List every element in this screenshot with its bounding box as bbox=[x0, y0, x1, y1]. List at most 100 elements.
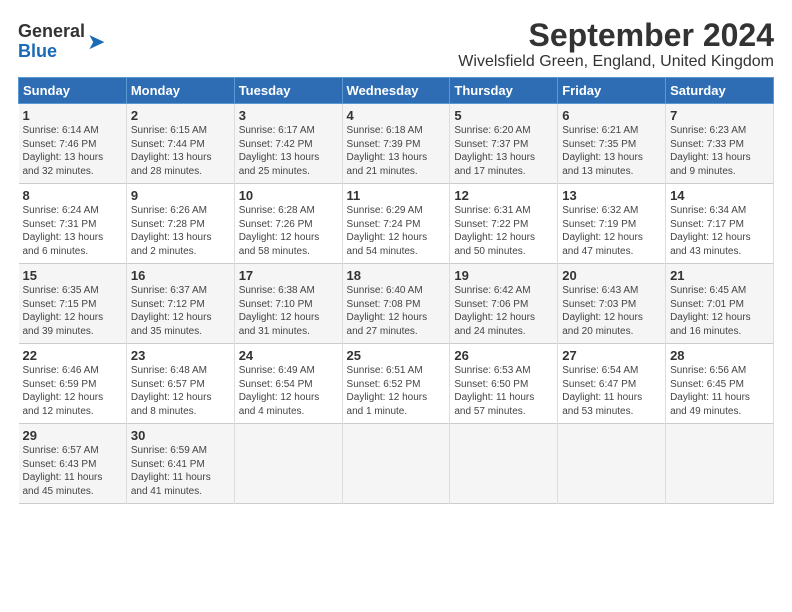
table-row: 17 Sunrise: 6:38 AMSunset: 7:10 PMDaylig… bbox=[234, 264, 342, 344]
day-number: 14 bbox=[670, 188, 769, 203]
day-number: 28 bbox=[670, 348, 769, 363]
day-number: 5 bbox=[454, 108, 553, 123]
day-info: Sunrise: 6:18 AMSunset: 7:39 PMDaylight:… bbox=[347, 125, 428, 177]
day-number: 27 bbox=[562, 348, 661, 363]
table-row bbox=[666, 424, 774, 504]
day-info: Sunrise: 6:42 AMSunset: 7:06 PMDaylight:… bbox=[454, 285, 535, 337]
calendar-week-row: 1 Sunrise: 6:14 AMSunset: 7:46 PMDayligh… bbox=[19, 104, 774, 184]
day-info: Sunrise: 6:23 AMSunset: 7:33 PMDaylight:… bbox=[670, 125, 751, 177]
day-number: 8 bbox=[23, 188, 122, 203]
day-info: Sunrise: 6:43 AMSunset: 7:03 PMDaylight:… bbox=[562, 285, 643, 337]
table-row: 16 Sunrise: 6:37 AMSunset: 7:12 PMDaylig… bbox=[126, 264, 234, 344]
day-number: 7 bbox=[670, 108, 769, 123]
col-tuesday: Tuesday bbox=[234, 78, 342, 104]
day-number: 11 bbox=[347, 188, 446, 203]
day-info: Sunrise: 6:21 AMSunset: 7:35 PMDaylight:… bbox=[562, 125, 643, 177]
table-row: 26 Sunrise: 6:53 AMSunset: 6:50 PMDaylig… bbox=[450, 344, 558, 424]
day-number: 12 bbox=[454, 188, 553, 203]
logo-blue-text: Blue bbox=[18, 41, 57, 61]
day-number: 20 bbox=[562, 268, 661, 283]
calendar-week-row: 22 Sunrise: 6:46 AMSunset: 6:59 PMDaylig… bbox=[19, 344, 774, 424]
col-monday: Monday bbox=[126, 78, 234, 104]
day-info: Sunrise: 6:24 AMSunset: 7:31 PMDaylight:… bbox=[23, 205, 104, 257]
table-row: 18 Sunrise: 6:40 AMSunset: 7:08 PMDaylig… bbox=[342, 264, 450, 344]
table-row: 23 Sunrise: 6:48 AMSunset: 6:57 PMDaylig… bbox=[126, 344, 234, 424]
table-row bbox=[558, 424, 666, 504]
day-info: Sunrise: 6:14 AMSunset: 7:46 PMDaylight:… bbox=[23, 125, 104, 177]
day-info: Sunrise: 6:37 AMSunset: 7:12 PMDaylight:… bbox=[131, 285, 212, 337]
table-row: 19 Sunrise: 6:42 AMSunset: 7:06 PMDaylig… bbox=[450, 264, 558, 344]
table-row: 12 Sunrise: 6:31 AMSunset: 7:22 PMDaylig… bbox=[450, 184, 558, 264]
day-info: Sunrise: 6:59 AMSunset: 6:41 PMDaylight:… bbox=[131, 445, 211, 497]
day-number: 30 bbox=[131, 428, 230, 443]
day-info: Sunrise: 6:45 AMSunset: 7:01 PMDaylight:… bbox=[670, 285, 751, 337]
table-row: 27 Sunrise: 6:54 AMSunset: 6:47 PMDaylig… bbox=[558, 344, 666, 424]
day-info: Sunrise: 6:26 AMSunset: 7:28 PMDaylight:… bbox=[131, 205, 212, 257]
calendar-body: 1 Sunrise: 6:14 AMSunset: 7:46 PMDayligh… bbox=[19, 104, 774, 504]
day-info: Sunrise: 6:48 AMSunset: 6:57 PMDaylight:… bbox=[131, 365, 212, 417]
header: General Blue ➤ September 2024 Wivelsfiel… bbox=[18, 18, 774, 71]
table-row: 22 Sunrise: 6:46 AMSunset: 6:59 PMDaylig… bbox=[19, 344, 127, 424]
calendar-week-row: 29 Sunrise: 6:57 AMSunset: 6:43 PMDaylig… bbox=[19, 424, 774, 504]
day-info: Sunrise: 6:32 AMSunset: 7:19 PMDaylight:… bbox=[562, 205, 643, 257]
day-number: 13 bbox=[562, 188, 661, 203]
table-row: 2 Sunrise: 6:15 AMSunset: 7:44 PMDayligh… bbox=[126, 104, 234, 184]
table-row: 29 Sunrise: 6:57 AMSunset: 6:43 PMDaylig… bbox=[19, 424, 127, 504]
day-number: 23 bbox=[131, 348, 230, 363]
table-row: 21 Sunrise: 6:45 AMSunset: 7:01 PMDaylig… bbox=[666, 264, 774, 344]
day-number: 17 bbox=[239, 268, 338, 283]
table-row: 30 Sunrise: 6:59 AMSunset: 6:41 PMDaylig… bbox=[126, 424, 234, 504]
day-number: 9 bbox=[131, 188, 230, 203]
table-row bbox=[234, 424, 342, 504]
day-number: 4 bbox=[347, 108, 446, 123]
day-number: 15 bbox=[23, 268, 122, 283]
table-row: 5 Sunrise: 6:20 AMSunset: 7:37 PMDayligh… bbox=[450, 104, 558, 184]
col-wednesday: Wednesday bbox=[342, 78, 450, 104]
calendar-week-row: 8 Sunrise: 6:24 AMSunset: 7:31 PMDayligh… bbox=[19, 184, 774, 264]
day-number: 3 bbox=[239, 108, 338, 123]
table-row: 20 Sunrise: 6:43 AMSunset: 7:03 PMDaylig… bbox=[558, 264, 666, 344]
title-block: September 2024 Wivelsfield Green, Englan… bbox=[458, 18, 774, 71]
calendar-header-row: Sunday Monday Tuesday Wednesday Thursday… bbox=[19, 78, 774, 104]
calendar-subtitle: Wivelsfield Green, England, United Kingd… bbox=[458, 53, 774, 71]
col-friday: Friday bbox=[558, 78, 666, 104]
day-number: 29 bbox=[23, 428, 122, 443]
day-info: Sunrise: 6:40 AMSunset: 7:08 PMDaylight:… bbox=[347, 285, 428, 337]
day-info: Sunrise: 6:15 AMSunset: 7:44 PMDaylight:… bbox=[131, 125, 212, 177]
day-info: Sunrise: 6:53 AMSunset: 6:50 PMDaylight:… bbox=[454, 365, 534, 417]
day-number: 2 bbox=[131, 108, 230, 123]
day-info: Sunrise: 6:17 AMSunset: 7:42 PMDaylight:… bbox=[239, 125, 320, 177]
table-row: 7 Sunrise: 6:23 AMSunset: 7:33 PMDayligh… bbox=[666, 104, 774, 184]
page-container: General Blue ➤ September 2024 Wivelsfiel… bbox=[0, 0, 792, 514]
col-saturday: Saturday bbox=[666, 78, 774, 104]
day-number: 25 bbox=[347, 348, 446, 363]
day-number: 1 bbox=[23, 108, 122, 123]
table-row: 14 Sunrise: 6:34 AMSunset: 7:17 PMDaylig… bbox=[666, 184, 774, 264]
table-row bbox=[450, 424, 558, 504]
day-info: Sunrise: 6:34 AMSunset: 7:17 PMDaylight:… bbox=[670, 205, 751, 257]
table-row: 1 Sunrise: 6:14 AMSunset: 7:46 PMDayligh… bbox=[19, 104, 127, 184]
logo: General Blue ➤ bbox=[18, 22, 105, 62]
day-info: Sunrise: 6:56 AMSunset: 6:45 PMDaylight:… bbox=[670, 365, 750, 417]
table-row: 11 Sunrise: 6:29 AMSunset: 7:24 PMDaylig… bbox=[342, 184, 450, 264]
day-info: Sunrise: 6:46 AMSunset: 6:59 PMDaylight:… bbox=[23, 365, 104, 417]
table-row: 4 Sunrise: 6:18 AMSunset: 7:39 PMDayligh… bbox=[342, 104, 450, 184]
table-row: 13 Sunrise: 6:32 AMSunset: 7:19 PMDaylig… bbox=[558, 184, 666, 264]
table-row: 25 Sunrise: 6:51 AMSunset: 6:52 PMDaylig… bbox=[342, 344, 450, 424]
table-row: 15 Sunrise: 6:35 AMSunset: 7:15 PMDaylig… bbox=[19, 264, 127, 344]
table-row: 3 Sunrise: 6:17 AMSunset: 7:42 PMDayligh… bbox=[234, 104, 342, 184]
day-info: Sunrise: 6:35 AMSunset: 7:15 PMDaylight:… bbox=[23, 285, 104, 337]
table-row: 28 Sunrise: 6:56 AMSunset: 6:45 PMDaylig… bbox=[666, 344, 774, 424]
table-row: 24 Sunrise: 6:49 AMSunset: 6:54 PMDaylig… bbox=[234, 344, 342, 424]
day-info: Sunrise: 6:54 AMSunset: 6:47 PMDaylight:… bbox=[562, 365, 642, 417]
day-info: Sunrise: 6:57 AMSunset: 6:43 PMDaylight:… bbox=[23, 445, 103, 497]
day-number: 22 bbox=[23, 348, 122, 363]
calendar-week-row: 15 Sunrise: 6:35 AMSunset: 7:15 PMDaylig… bbox=[19, 264, 774, 344]
calendar-table: Sunday Monday Tuesday Wednesday Thursday… bbox=[18, 77, 774, 504]
table-row: 10 Sunrise: 6:28 AMSunset: 7:26 PMDaylig… bbox=[234, 184, 342, 264]
day-number: 19 bbox=[454, 268, 553, 283]
day-number: 26 bbox=[454, 348, 553, 363]
table-row: 8 Sunrise: 6:24 AMSunset: 7:31 PMDayligh… bbox=[19, 184, 127, 264]
day-info: Sunrise: 6:51 AMSunset: 6:52 PMDaylight:… bbox=[347, 365, 428, 417]
logo-bird-icon: ➤ bbox=[87, 29, 105, 55]
